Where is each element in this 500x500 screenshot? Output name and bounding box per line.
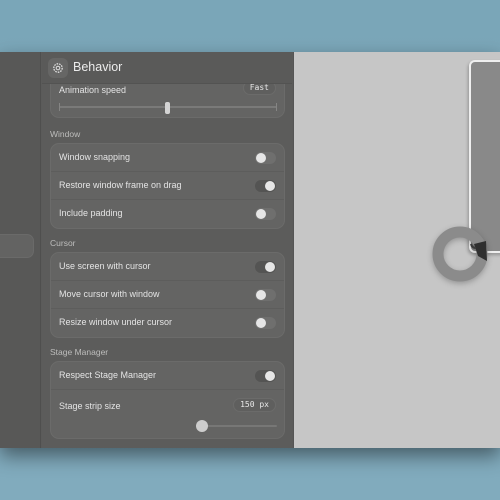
resize-under-cursor-toggle[interactable] — [255, 317, 276, 329]
section-title-window: Window — [50, 129, 81, 139]
include-padding-toggle[interactable] — [255, 208, 276, 220]
settings-content: Behavior Animation speed Fast Window Win… — [42, 52, 292, 448]
settings-window: Behavior Animation speed Fast Window Win… — [0, 52, 500, 448]
window-card: Window snapping Restore window frame on … — [50, 143, 285, 229]
section-title-cursor: Cursor — [50, 238, 76, 248]
setting-label: Use screen with cursor — [59, 261, 151, 271]
setting-row: Use screen with cursor — [51, 253, 284, 281]
respect-stage-manager-toggle[interactable] — [255, 370, 276, 382]
setting-label: Resize window under cursor — [59, 317, 173, 327]
setting-row: Resize window under cursor — [51, 309, 284, 337]
gear-icon — [48, 58, 68, 78]
restore-frame-toggle[interactable] — [255, 180, 276, 192]
page-header: Behavior — [42, 52, 292, 84]
setting-label: Respect Stage Manager — [59, 370, 157, 380]
setting-row: Move cursor with window — [51, 281, 284, 309]
stage-strip-slider[interactable] — [196, 420, 277, 432]
setting-label: Restore window frame on drag — [59, 180, 182, 190]
setting-label: Include padding — [59, 208, 123, 218]
animation-speed-slider[interactable] — [59, 102, 277, 114]
preview-area — [293, 52, 500, 448]
cursor-card: Use screen with cursor Move cursor with … — [50, 252, 285, 338]
setting-row: Window snapping — [51, 144, 284, 172]
use-screen-with-cursor-toggle[interactable] — [255, 261, 276, 273]
setting-row: Respect Stage Manager — [51, 362, 284, 390]
stage-strip-label: Stage strip size — [59, 401, 121, 411]
setting-row: Include padding — [51, 200, 284, 228]
sidebar-item-behavior[interactable] — [0, 234, 34, 258]
stage-strip-row: Stage strip size 150 px — [51, 390, 284, 438]
animation-speed-label: Animation speed — [59, 85, 127, 95]
move-cursor-toggle[interactable] — [255, 289, 276, 301]
window-snapping-toggle[interactable] — [255, 152, 276, 164]
section-title-stage-manager: Stage Manager — [50, 347, 109, 357]
progress-ring-icon — [432, 226, 488, 282]
setting-label: Window snapping — [59, 152, 131, 162]
sidebar — [0, 52, 41, 448]
setting-row: Restore window frame on drag — [51, 172, 284, 200]
setting-label: Move cursor with window — [59, 289, 160, 299]
page-title: Behavior — [73, 60, 123, 74]
slider-thumb[interactable] — [165, 102, 170, 114]
stage-strip-value: 150 px — [233, 398, 276, 412]
stage-manager-card: Respect Stage Manager Stage strip size 1… — [50, 361, 285, 439]
slider-thumb[interactable] — [196, 420, 208, 432]
